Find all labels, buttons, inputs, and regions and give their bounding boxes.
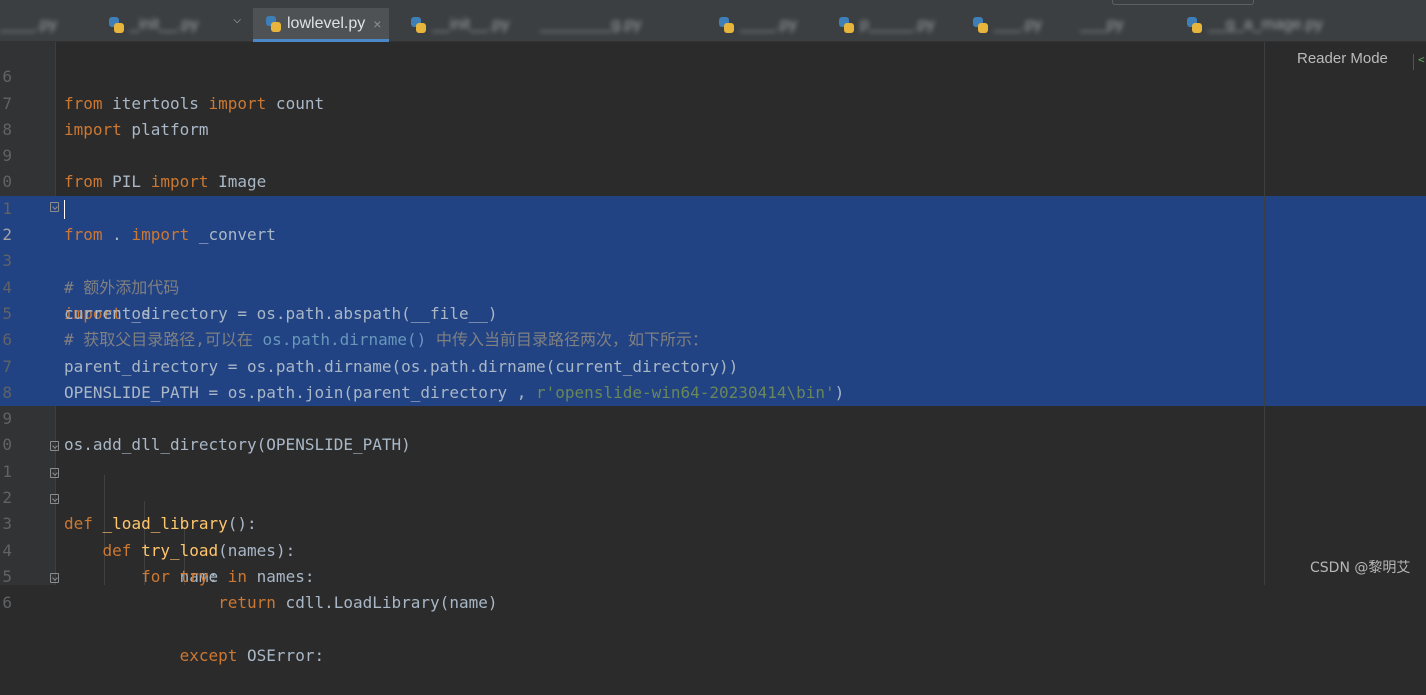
code-line[interactable]: 9 from PIL import Image — [0, 117, 1426, 191]
code-line[interactable]: 9 os.add_dll_directory(OPENSLIDE_PATH) — [0, 380, 1426, 454]
fold-marker-icon[interactable] — [50, 494, 59, 505]
tab-file-8[interactable]: ___.py — [972, 8, 1042, 42]
chevron-down-icon[interactable]: ⌵ — [233, 11, 241, 27]
line-number: 6 — [2, 593, 12, 613]
python-file-icon — [265, 15, 281, 32]
editor-tab-bar: ____.py _init__.py ⌵ lowlevel.py × __ini… — [0, 0, 1426, 42]
code-editor[interactable]: 6 from itertools import count 7 import p… — [0, 42, 1426, 665]
tab-label: ____.py — [740, 16, 797, 33]
code-lines[interactable]: 6 from itertools import count 7 import p… — [0, 38, 1426, 665]
code-line[interactable]: 4 current_directory = os.path.abspath(__… — [0, 248, 1426, 323]
code-line[interactable]: 8 — [0, 354, 1426, 402]
tab-file-6[interactable]: ____.py — [718, 8, 797, 42]
code-text: cdll.LoadLibrary(name) — [275, 593, 498, 613]
tab-file-2[interactable]: _init__.py — [108, 8, 199, 42]
tab-label: __init__.py — [432, 16, 510, 33]
keyword: except — [179, 645, 238, 665]
python-file-icon — [972, 17, 988, 33]
python-file-icon — [1186, 17, 1202, 33]
python-file-icon — [410, 17, 426, 33]
inspection-check-icon[interactable]: < — [1418, 54, 1426, 65]
tab-label: ________g.py — [540, 16, 642, 33]
code-line[interactable]: 5 return cdll.LoadLibrary(name) — [0, 538, 1426, 612]
code-line[interactable]: 7 import platform — [0, 64, 1426, 139]
code-line[interactable]: 0 — [0, 143, 1426, 191]
tab-file-9[interactable]: ___py — [1080, 8, 1124, 42]
python-file-icon — [838, 17, 854, 33]
watermark: CSDN @黎明艾 — [1310, 560, 1411, 576]
code-line[interactable]: 6 parent_directory = os.path.dirname(os.… — [0, 301, 1426, 375]
code-line[interactable]: 1 def _load_library(): — [0, 432, 1426, 533]
code-line[interactable]: 6 except OSError: — [0, 564, 1426, 665]
python-file-icon — [718, 17, 734, 33]
fold-marker-icon[interactable] — [50, 201, 59, 212]
tab-label: p_____.py — [860, 16, 935, 33]
code-line[interactable]: 5 # 获取父目录路径,可以在 os.path.dirname() 中传入当前目… — [0, 275, 1426, 349]
code-line[interactable]: 2 def try_load(names): — [0, 459, 1426, 560]
code-line[interactable]: 0 — [0, 406, 1426, 454]
code-line[interactable]: 3 # 额外添加代码 — [0, 222, 1426, 296]
keyword: return — [218, 593, 276, 613]
code-line[interactable]: 8 — [0, 91, 1426, 139]
code-line[interactable]: 2 import os — [0, 196, 1426, 323]
close-icon[interactable]: × — [373, 16, 381, 32]
tab-file-1[interactable]: ____.py — [0, 8, 57, 42]
tab-label: __g_a_mage.py — [1208, 16, 1323, 33]
search-field-edge[interactable] — [1112, 0, 1254, 5]
text-caret — [64, 199, 65, 219]
fold-marker-icon[interactable] — [50, 572, 59, 583]
fold-marker-icon[interactable] — [50, 467, 59, 478]
tab-lowlevel[interactable]: lowlevel.py × — [253, 8, 390, 42]
fold-marker-icon[interactable] — [50, 441, 59, 452]
toolbar-divider — [1413, 54, 1414, 70]
tab-file-5[interactable]: ________g.py — [540, 8, 641, 42]
code-line[interactable]: 7 OPENSLIDE_PATH = os.path.join(parent_d… — [0, 327, 1426, 402]
tab-label: _init__.py — [130, 16, 199, 33]
code-line[interactable]: 3 for name in names: — [0, 485, 1426, 586]
tab-label: ___.py — [994, 16, 1043, 33]
python-file-icon — [108, 17, 124, 33]
tab-file-10[interactable]: __g_a_mage.py — [1186, 8, 1323, 42]
tab-file-4[interactable]: __init__.py — [410, 8, 509, 42]
reader-mode-button[interactable]: Reader Mode — [1297, 50, 1388, 67]
tab-label: lowlevel.py — [287, 14, 366, 32]
tab-label: ____.py — [0, 16, 57, 33]
tab-label: ___py — [1080, 16, 1124, 33]
code-line[interactable]: 6 from itertools import count — [0, 38, 1426, 112]
code-line[interactable]: 1 from . import _convert — [0, 169, 1426, 244]
code-text: OSError: — [237, 645, 325, 665]
tab-file-7[interactable]: p_____.py — [838, 8, 935, 42]
code-line[interactable]: 4 try: — [0, 511, 1426, 586]
